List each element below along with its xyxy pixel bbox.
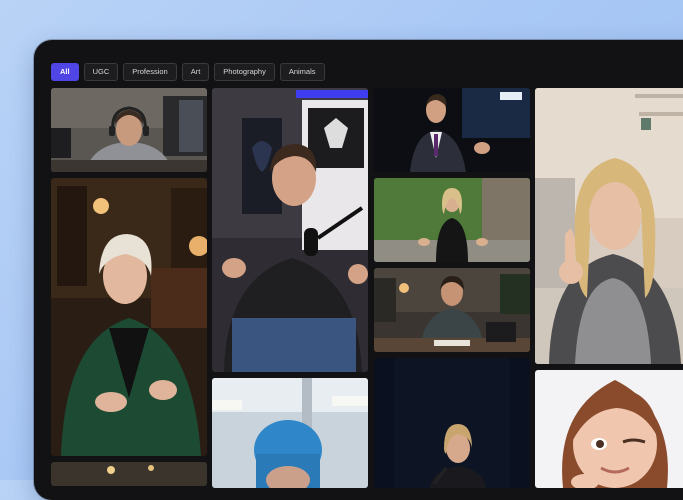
filter-photography[interactable]: Photography [214,63,275,81]
gallery-tile-cartoon-woman[interactable] [535,370,683,488]
gallery-tile-podcaster[interactable] [212,88,368,372]
woman-hedge-image [374,178,530,262]
gallery-tile-man-headset[interactable] [51,88,207,172]
filter-art[interactable]: Art [181,63,210,81]
category-filter-bar: All UGC Profession Art Photography Anima… [51,63,325,81]
filter-all[interactable]: All [51,63,79,81]
man-desk-image [374,268,530,352]
man-headset-image [51,88,207,172]
suit-speaker-image [374,88,530,172]
blonde-selfie-image [535,88,683,364]
gallery-tile-blonde-selfie[interactable] [535,88,683,364]
filter-ugc[interactable]: UGC [83,63,119,81]
gallery-tile-surgeon[interactable] [212,378,368,488]
gallery-tile-woman-hedge[interactable] [374,178,530,262]
older-woman-image [51,178,207,456]
gallery-tile-man-desk[interactable] [374,268,530,352]
gallery-tile-dim-interior[interactable] [51,462,207,486]
dim-interior-image [51,462,207,486]
surgeon-image [212,378,368,488]
podcaster-image [212,88,368,372]
gallery-tile-older-woman[interactable] [51,178,207,456]
gallery-tile-podium-speaker[interactable] [374,358,530,488]
gallery-tile-suit-speaker[interactable] [374,88,530,172]
podium-speaker-image [374,358,530,488]
filter-profession[interactable]: Profession [123,63,177,81]
filter-animals[interactable]: Animals [279,63,325,81]
cartoon-woman-image [535,370,683,488]
